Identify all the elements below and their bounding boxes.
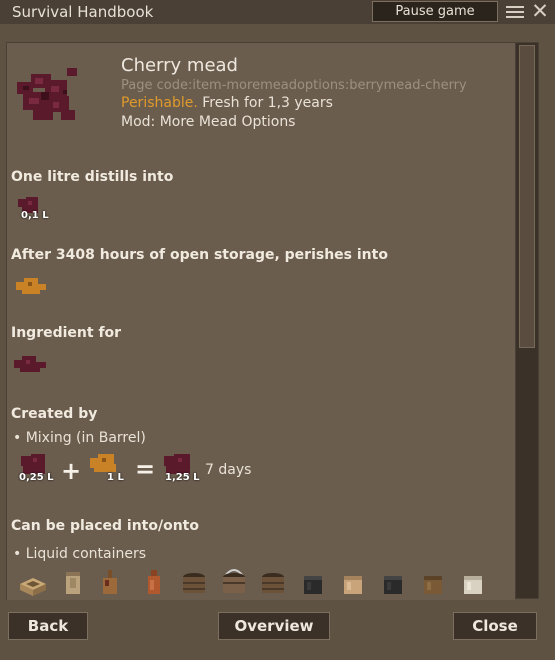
white-jar-icon[interactable] [458,568,488,598]
bucket-clay-icon[interactable] [58,566,88,598]
bottle-icon[interactable] [97,566,125,598]
created-by-heading: Created by [11,406,98,422]
fresh-duration: Fresh for 1,3 years [197,95,333,111]
mixing-duration: 7 days [205,462,252,478]
output-quantity: 1,25 L [165,472,200,483]
black-pot-icon[interactable] [298,568,328,598]
pause-game-button[interactable]: Pause game [372,1,498,22]
clay-pot-icon[interactable] [338,568,368,598]
item-title: Cherry mead [121,55,238,76]
perishable-label: Perishable. [121,95,198,111]
close-icon[interactable]: ✕ [530,1,550,22]
equals-sign: = [135,455,156,483]
input1-quantity: 0,25 L [19,472,54,483]
scrollbar-thumb[interactable] [519,45,535,348]
page-code: Page code:item-moremeadoptions:berrymead… [121,78,467,93]
placed-into-heading: Can be placed into/onto [11,518,199,534]
overview-button[interactable]: Overview [218,612,330,640]
wood-pot-icon[interactable] [418,568,448,598]
menu-icon[interactable] [506,3,524,20]
wood-bucket-icon[interactable] [179,568,209,598]
input2-quantity: 1 L [107,472,124,483]
wood-bucket-icon[interactable] [258,568,288,598]
cherry-mead-icon [17,68,77,120]
ingredient-slot-icon[interactable] [10,352,52,380]
black-pot-icon[interactable] [378,568,408,598]
perishable-info: Perishable. Fresh for 1,3 years [121,95,333,111]
scrollbar[interactable] [515,42,539,599]
rot-slot-icon[interactable] [12,274,52,300]
liquid-containers-item: • Liquid containers [13,546,147,562]
ingredient-heading: Ingredient for [11,325,122,341]
window-title: Survival Handbook [12,3,154,21]
mod-source: Mod: More Mead Options [121,114,296,130]
distills-heading: One litre distills into [11,169,174,185]
plus-sign: + [61,457,82,485]
mixing-method: • Mixing (in Barrel) [13,430,146,446]
distills-quantity: 0,1 L [21,210,49,221]
wood-bucket-handle-icon[interactable] [219,564,249,598]
close-button[interactable]: Close [453,612,537,640]
back-button[interactable]: Back [8,612,88,640]
perishes-heading: After 3408 hours of open storage, perish… [11,247,388,263]
jug-icon[interactable] [140,566,168,598]
crock-icon[interactable] [16,570,50,598]
